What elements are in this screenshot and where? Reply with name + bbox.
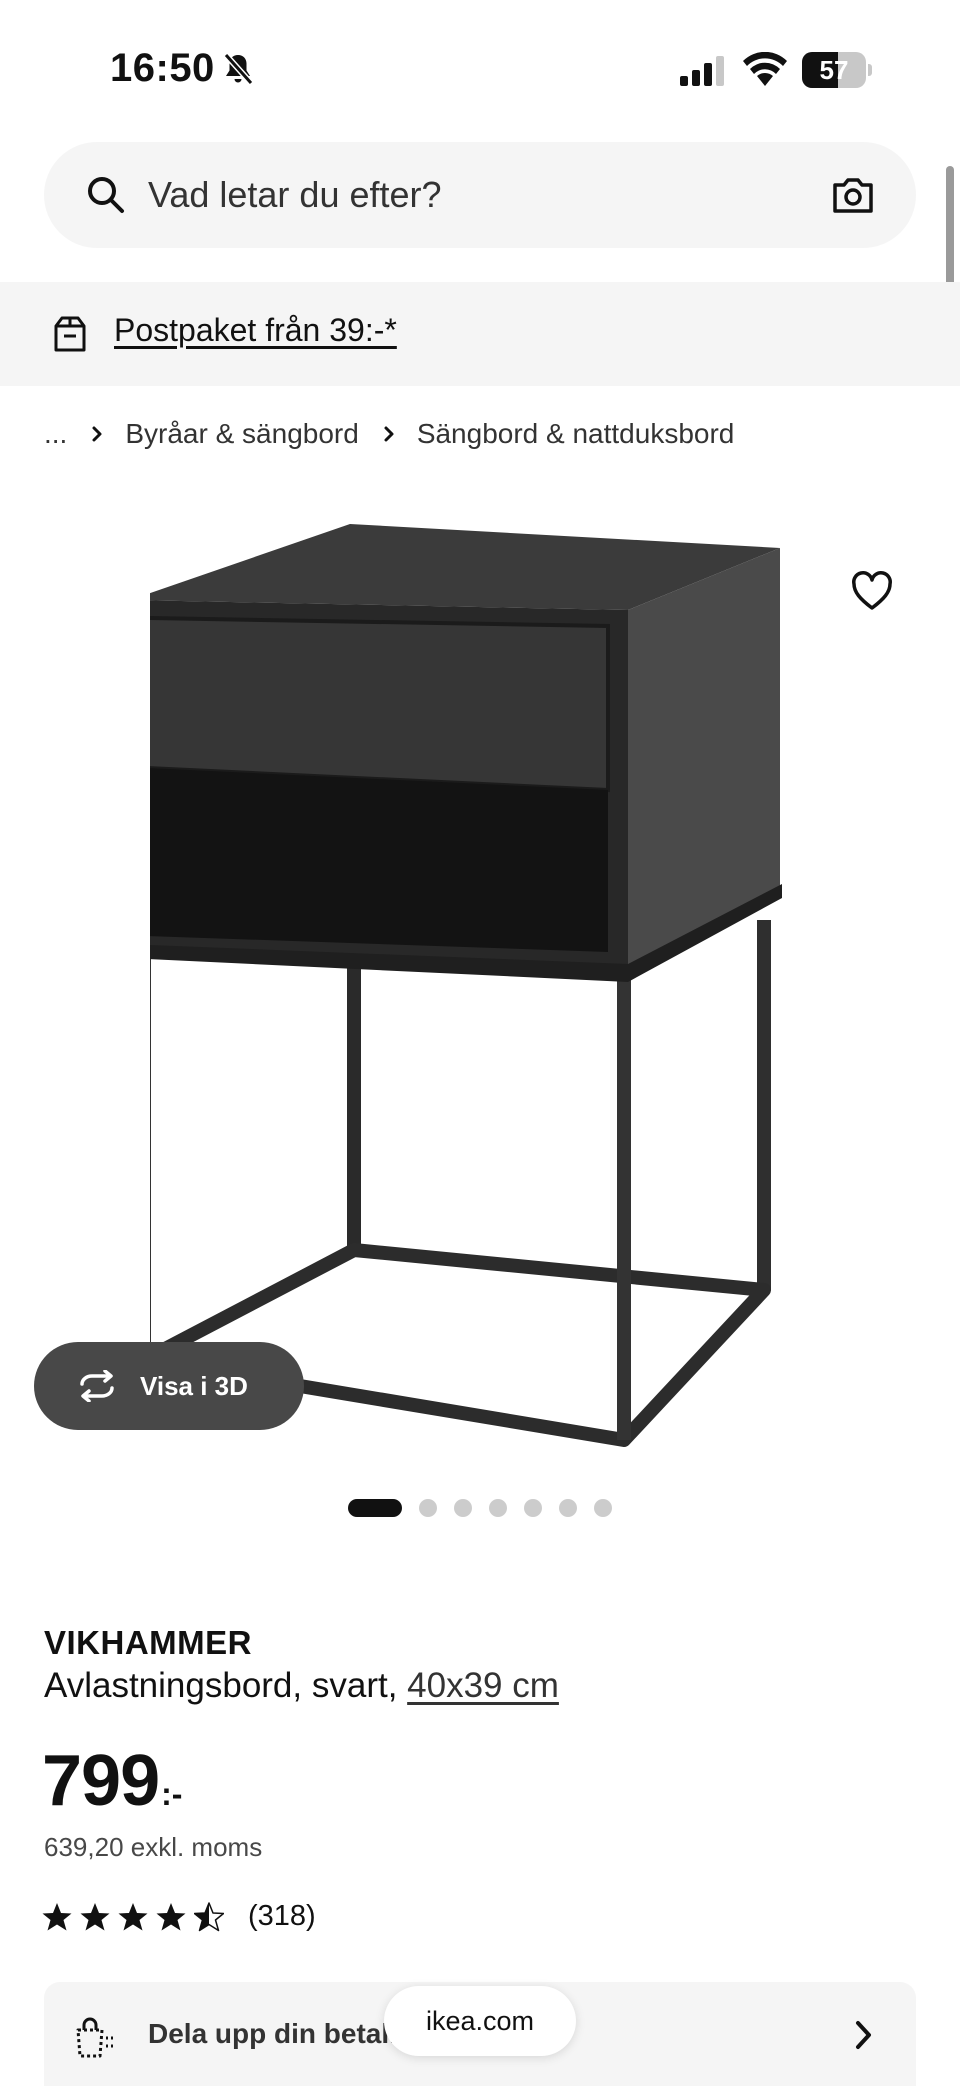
product-price: 799 :- [42, 1740, 182, 1822]
product-image[interactable] [150, 500, 810, 1460]
battery-level: 57 [819, 55, 849, 85]
product-rating[interactable]: (318) [42, 1900, 316, 1933]
camera-icon[interactable] [830, 172, 876, 218]
review-count: (318) [248, 1900, 316, 1932]
chevron-right-icon [92, 426, 102, 442]
star-icon [156, 1902, 186, 1930]
star-half-icon [194, 1901, 224, 1931]
price-value: 799 [42, 1741, 160, 1821]
status-bar: 16:50 57 [0, 0, 960, 140]
star-icon [42, 1902, 72, 1930]
search-input[interactable] [148, 170, 748, 220]
carousel-dot[interactable] [524, 1499, 542, 1517]
product-size-link[interactable]: 40x39 cm [407, 1666, 559, 1705]
breadcrumb: ... Byråar & sängbord Sängbord & nattduk… [44, 414, 734, 454]
chevron-right-icon [384, 426, 394, 442]
product-description: Avlastningsbord, svart, 40x39 cm [44, 1666, 559, 1706]
carousel-dot[interactable] [419, 1499, 437, 1517]
star-icon [80, 1902, 110, 1930]
chevron-right-icon [856, 2021, 871, 2049]
shipping-promo-link[interactable]: Postpaket från 39:-* [114, 312, 397, 349]
carousel-dot[interactable] [454, 1499, 472, 1517]
status-time: 16:50 [110, 46, 215, 90]
view-3d-label: Visa i 3D [140, 1370, 248, 1401]
breadcrumb-item-dressers[interactable]: Byråar & sängbord [125, 418, 358, 450]
shipping-promo-banner: Postpaket från 39:-* [0, 282, 960, 386]
shopping-bag-icon [76, 2017, 116, 2058]
search-icon [88, 177, 124, 213]
carousel-dot[interactable] [348, 1499, 402, 1517]
browser-url-pill[interactable]: ikea.com [384, 1986, 576, 2056]
heart-icon[interactable] [850, 570, 894, 614]
breadcrumb-item-bedside-tables[interactable]: Sängbord & nattduksbord [417, 418, 735, 450]
star-icon [118, 1902, 148, 1930]
rotate-3d-icon [80, 1370, 114, 1402]
cellular-signal-icon [680, 56, 724, 86]
price-currency-suffix: :- [161, 1776, 183, 1812]
price-excl-vat: 639,20 exkl. moms [44, 1832, 263, 1862]
image-carousel-dots [348, 1498, 629, 1518]
carousel-dot[interactable] [594, 1499, 612, 1517]
search-bar[interactable] [44, 142, 916, 248]
product-name: VIKHAMMER [44, 1624, 252, 1661]
bell-muted-icon [223, 53, 254, 85]
wifi-icon [743, 52, 787, 86]
view-3d-button[interactable]: Visa i 3D [34, 1342, 304, 1430]
product-type: Avlastningsbord, svart, [44, 1666, 408, 1705]
battery-indicator: 57 [802, 52, 872, 88]
payment-split-label: Dela upp din betal... [148, 2018, 413, 2049]
carousel-dot[interactable] [559, 1499, 577, 1517]
box-icon [54, 316, 86, 352]
carousel-dot[interactable] [489, 1499, 507, 1517]
breadcrumb-ellipsis[interactable]: ... [44, 418, 67, 450]
